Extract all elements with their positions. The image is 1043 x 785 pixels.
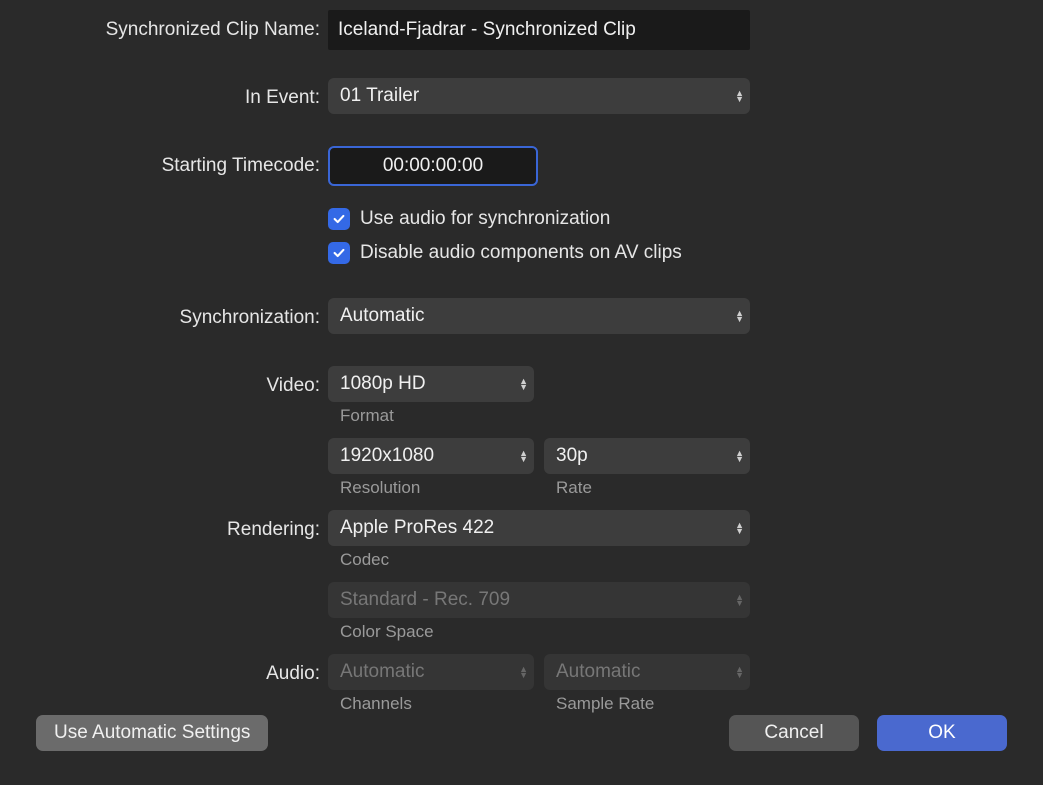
rate-sublabel: Rate [544,478,750,498]
use-automatic-settings-button[interactable]: Use Automatic Settings [36,715,268,751]
video-rate-popup[interactable]: 30p ▲▼ [544,438,750,474]
rendering-label: Rendering: [0,510,328,550]
chevron-up-down-icon: ▲▼ [735,310,744,322]
video-format-popup[interactable]: 1080p HD ▲▼ [328,366,534,402]
format-sublabel: Format [328,406,1003,426]
chevron-up-down-icon: ▲▼ [735,450,744,462]
rendering-codec-popup[interactable]: Apple ProRes 422 ▲▼ [328,510,750,546]
chevron-up-down-icon: ▲▼ [735,666,744,678]
in-event-label: In Event: [0,78,328,118]
rendering-codec-value: Apple ProRes 422 [340,517,494,538]
checkmark-icon [332,212,346,226]
synchronization-value: Automatic [340,305,424,326]
audio-label: Audio: [0,654,328,694]
in-event-popup[interactable]: 01 Trailer ▲▼ [328,78,750,114]
resolution-sublabel: Resolution [328,478,534,498]
clip-name-input[interactable] [328,10,750,50]
color-space-sublabel: Color Space [328,622,1003,642]
chevron-up-down-icon: ▲▼ [735,522,744,534]
use-audio-sync-label: Use audio for synchronization [360,208,610,230]
clip-name-label: Synchronized Clip Name: [0,10,328,50]
synchronization-label: Synchronization: [0,298,328,338]
audio-channels-value: Automatic [340,661,424,682]
audio-sample-rate-popup: Automatic ▲▼ [544,654,750,690]
video-resolution-popup[interactable]: 1920x1080 ▲▼ [328,438,534,474]
starting-timecode-label: Starting Timecode: [0,146,328,186]
color-space-popup: Standard - Rec. 709 ▲▼ [328,582,750,618]
checkmark-icon [332,246,346,260]
synchronize-clips-dialog: Synchronized Clip Name: In Event: 01 Tra… [0,0,1043,726]
video-rate-value: 30p [556,445,588,466]
color-space-value: Standard - Rec. 709 [340,589,510,610]
chevron-up-down-icon: ▲▼ [519,378,528,390]
cancel-button[interactable]: Cancel [729,715,859,751]
disable-audio-av-checkbox[interactable] [328,242,350,264]
chevron-up-down-icon: ▲▼ [735,594,744,606]
video-label: Video: [0,366,328,406]
dialog-footer: Use Automatic Settings Cancel OK [0,715,1043,751]
sample-rate-sublabel: Sample Rate [544,694,750,714]
chevron-up-down-icon: ▲▼ [519,450,528,462]
channels-sublabel: Channels [328,694,534,714]
video-resolution-value: 1920x1080 [340,445,434,466]
ok-button[interactable]: OK [877,715,1007,751]
use-audio-sync-checkbox[interactable] [328,208,350,230]
video-format-value: 1080p HD [340,373,426,394]
chevron-up-down-icon: ▲▼ [519,666,528,678]
audio-channels-popup: Automatic ▲▼ [328,654,534,690]
synchronization-popup[interactable]: Automatic ▲▼ [328,298,750,334]
audio-sample-rate-value: Automatic [556,661,640,682]
chevron-up-down-icon: ▲▼ [735,90,744,102]
in-event-value: 01 Trailer [340,85,419,106]
codec-sublabel: Codec [328,550,1003,570]
starting-timecode-input[interactable]: 00:00:00:00 [328,146,538,186]
disable-audio-av-label: Disable audio components on AV clips [360,242,682,264]
